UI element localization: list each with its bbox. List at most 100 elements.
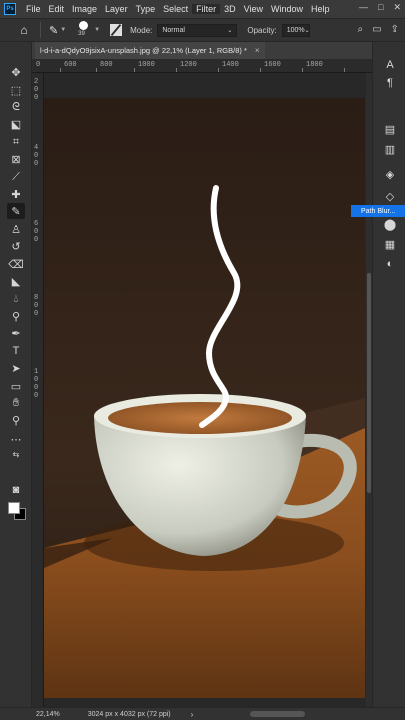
ruler-tick-label: 1200 (180, 61, 197, 69)
divider (40, 22, 41, 38)
ruler-tick-label: 2 (34, 78, 39, 86)
move-tool-icon[interactable]: ✥ (7, 64, 25, 80)
workspace-icon[interactable]: ▭ (372, 24, 381, 35)
ruler-tick-label: 1000 (138, 61, 155, 69)
quick-select-tool-icon[interactable]: ⬕ (7, 116, 25, 132)
mode-label: Mode: (130, 25, 153, 35)
ruler-tick-label: 1 (34, 368, 39, 376)
chevron-down-icon[interactable]: ▼ (60, 27, 66, 33)
zoom-tool-icon[interactable]: ⚲ (7, 412, 25, 428)
coffee-cup-photo[interactable] (44, 98, 365, 698)
brush-preset-picker[interactable]: 39 (76, 21, 92, 39)
swap-colors-icon[interactable]: ⇆ (7, 446, 25, 462)
brush-tip-icon (79, 21, 89, 30)
history-brush-tool-icon[interactable]: ↺ (7, 238, 25, 254)
right-panel-strip: A ¶ ▤ ▥ ◈ ◇ ⬤ ▦ ◐ (372, 42, 405, 707)
marquee-tool-icon[interactable]: ⬚ (7, 82, 25, 98)
type-tool-icon[interactable]: T (7, 343, 25, 359)
foreground-color-swatch[interactable] (8, 502, 20, 514)
document-tab-title: l-d-i-a-dQdyO9jsixA-unsplash.jpg @ 22,1%… (40, 46, 247, 55)
brush-settings-panel-icon[interactable] (110, 24, 123, 36)
libraries-icon[interactable]: ▤ (383, 122, 397, 136)
ruler-tick-label: 1600 (264, 61, 281, 69)
layers-icon[interactable]: ◈ (383, 167, 397, 181)
document-tab[interactable]: l-d-i-a-dQdyO9jsixA-unsplash.jpg @ 22,1%… (35, 42, 265, 59)
menu-bar: Ps File Edit Image Layer Type Select Fil… (0, 0, 405, 18)
eyedropper-tool-icon[interactable]: ⟋ (7, 169, 25, 185)
scrollbar-thumb[interactable] (367, 273, 371, 493)
canvas-area[interactable] (44, 73, 372, 707)
more-tools-icon[interactable]: ⋯ (7, 431, 25, 447)
menu-window[interactable]: Window (267, 4, 307, 14)
zoom-level[interactable]: 22,14% (36, 711, 60, 718)
chevron-right-icon[interactable]: › (191, 710, 194, 719)
brush-size-value: 39 (78, 31, 85, 37)
clone-stamp-tool-icon[interactable]: ♙ (7, 221, 25, 237)
tools-panel: ✥ ⬚ ᘓ ⬕ ⌗ ⊠ ⟋ ✚ ✎ ♙ ↺ ⌫ ◣ 💧︎ ⚲ ✒ T ➤ ▭ ✋… (0, 42, 32, 707)
eraser-tool-icon[interactable]: ⌫ (7, 256, 25, 272)
lasso-tool-icon[interactable]: ᘓ (7, 99, 25, 115)
rectangle-tool-icon[interactable]: ▭ (7, 378, 25, 394)
close-icon[interactable]: × (255, 46, 260, 55)
status-bar: 22,14% 3024 px x 4032 px (72 ppi) › (0, 707, 405, 720)
adjustments-icon[interactable]: ◐ (383, 257, 397, 271)
mode-value: Normal (162, 26, 185, 34)
menu-type[interactable]: Type (132, 4, 160, 14)
hand-tool-icon[interactable]: ✋︎ (7, 395, 25, 411)
opacity-field[interactable]: 100% ⌄ (281, 23, 310, 37)
menu-select[interactable]: Select (159, 4, 192, 14)
window-controls: — □ ✕ (359, 2, 401, 13)
options-bar: ⌂ ✎ ▼ 39 ▼ Mode: Normal ⌄ Opacity: 100% … (0, 18, 405, 42)
paragraph-panel-icon[interactable]: ¶ (383, 76, 397, 90)
ruler-tick-label: 0 (34, 376, 39, 384)
horizontal-scrollbar[interactable] (250, 711, 305, 717)
photoshop-logo: Ps (4, 3, 16, 15)
swatches-icon[interactable]: ▦ (383, 237, 397, 251)
properties-icon[interactable]: ▥ (383, 142, 397, 156)
home-icon[interactable]: ⌂ (16, 23, 32, 37)
crop-tool-icon[interactable]: ⌗ (7, 134, 25, 150)
quick-mask-icon[interactable]: ◙ (7, 482, 25, 498)
ruler-tick-label: 0 (34, 302, 39, 310)
vertical-ruler: 2 0 0 4 0 0 6 0 0 8 0 0 1 0 0 0 (32, 73, 44, 707)
menu-image[interactable]: Image (68, 4, 101, 14)
blur-tool-icon[interactable]: 💧︎ (7, 291, 25, 307)
ruler-tick-label: 0 (34, 384, 39, 392)
ruler-tick-label: 0 (36, 61, 41, 69)
menu-3d[interactable]: 3D (220, 4, 240, 14)
ruler-tick-label: 0 (34, 160, 39, 168)
chevron-down-icon[interactable]: ▼ (94, 27, 100, 33)
menu-edit[interactable]: Edit (45, 4, 69, 14)
frame-tool-icon[interactable]: ⊠ (7, 151, 25, 167)
menu-filter[interactable]: Filter (192, 4, 221, 14)
color-icon[interactable]: ⬤ (383, 217, 397, 231)
paint-bucket-tool-icon[interactable]: ◣ (7, 273, 25, 289)
maximize-button[interactable]: □ (378, 2, 383, 13)
ruler-tick-label: 4 (34, 144, 39, 152)
path-blur-tooltip: Path Blur... (351, 205, 405, 217)
healing-brush-tool-icon[interactable]: ✚ (7, 186, 25, 202)
share-icon[interactable]: ⇪ (391, 24, 399, 35)
brush-tool-icon[interactable]: ✎ (7, 203, 25, 219)
path-selection-tool-icon[interactable]: ➤ (7, 360, 25, 376)
character-panel-icon[interactable]: A (383, 58, 397, 72)
ruler-tick-label: 0 (34, 86, 39, 94)
pen-tool-icon[interactable]: ✒ (7, 325, 25, 341)
menu-help[interactable]: Help (307, 4, 334, 14)
ruler-tick-label: 800 (100, 61, 113, 69)
menu-file[interactable]: File (22, 4, 45, 14)
brush-tool-preset-icon[interactable]: ✎ (49, 24, 58, 37)
horizontal-ruler: 0 600 800 1000 1200 1400 1600 1800 (32, 59, 372, 73)
opacity-value: 100% (286, 26, 305, 34)
menu-view[interactable]: View (240, 4, 267, 14)
menu-layer[interactable]: Layer (101, 4, 132, 14)
mode-select[interactable]: Normal ⌄ (157, 23, 238, 37)
search-icon[interactable]: ⌕ (358, 24, 364, 35)
dodge-tool-icon[interactable]: ⚲ (7, 308, 25, 324)
ruler-tick-label: 0 (34, 236, 39, 244)
ruler-tick-label: 0 (34, 152, 39, 160)
document-info: 3024 px x 4032 px (72 ppi) (87, 710, 171, 718)
minimize-button[interactable]: — (359, 2, 368, 13)
channels-icon[interactable]: ◇ (383, 189, 397, 203)
close-window-button[interactable]: ✕ (393, 2, 401, 13)
